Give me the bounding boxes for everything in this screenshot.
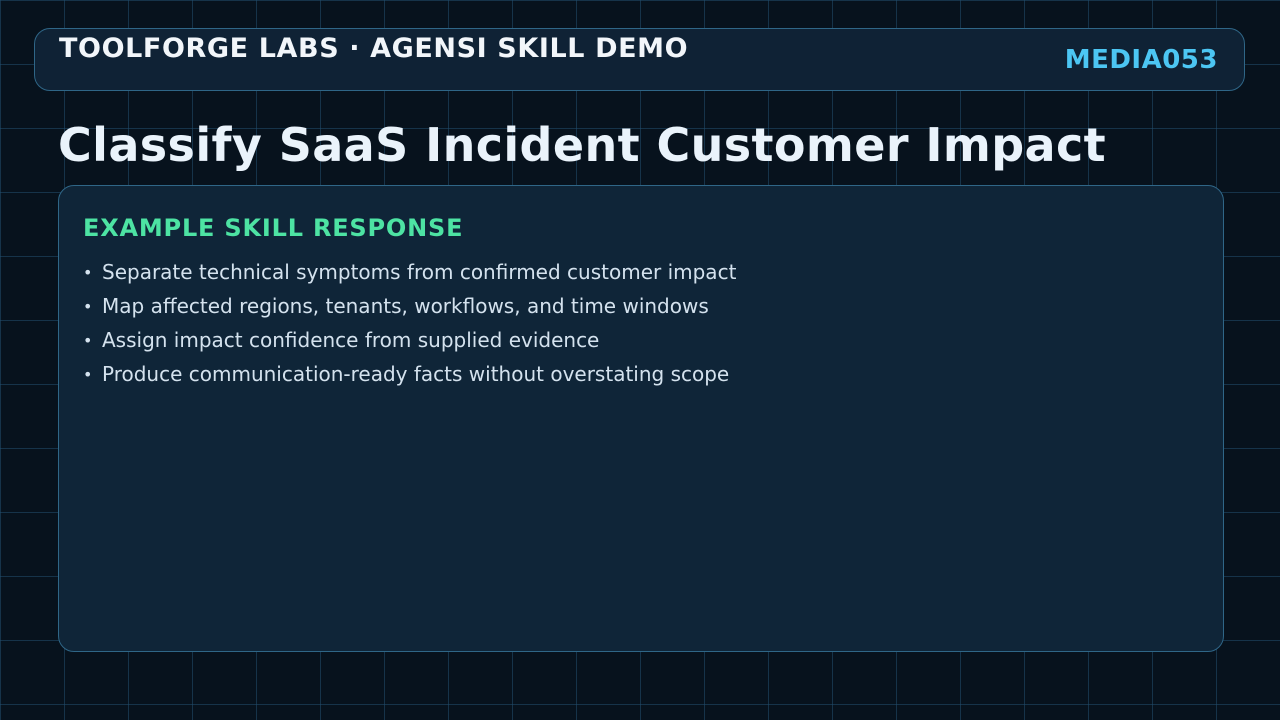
bullet-list: • Separate technical symptoms from confi… bbox=[83, 255, 736, 391]
header-bar: TOOLFORGE LABS · AGENSI SKILL DEMO MEDIA… bbox=[34, 28, 1245, 91]
list-item: • Separate technical symptoms from confi… bbox=[83, 255, 736, 289]
list-item-text: Separate technical symptoms from confirm… bbox=[102, 260, 737, 284]
brand-title: TOOLFORGE LABS · AGENSI SKILL DEMO bbox=[59, 33, 689, 64]
list-item-text: Map affected regions, tenants, workflows… bbox=[102, 294, 709, 318]
list-item-text: Produce communication-ready facts withou… bbox=[102, 362, 730, 386]
bullet-icon: • bbox=[83, 262, 93, 282]
list-item: • Assign impact confidence from supplied… bbox=[83, 323, 736, 357]
page-title: Classify SaaS Incident Customer Impact bbox=[58, 118, 1107, 172]
list-item: • Map affected regions, tenants, workflo… bbox=[83, 289, 736, 323]
media-code: MEDIA053 bbox=[1064, 45, 1218, 75]
bullet-icon: • bbox=[83, 296, 93, 316]
list-item: • Produce communication-ready facts with… bbox=[83, 357, 736, 391]
bullet-icon: • bbox=[83, 364, 93, 384]
bullet-icon: • bbox=[83, 330, 93, 350]
response-card: EXAMPLE SKILL RESPONSE • Separate techni… bbox=[58, 185, 1224, 652]
card-heading: EXAMPLE SKILL RESPONSE bbox=[83, 214, 464, 242]
list-item-text: Assign impact confidence from supplied e… bbox=[102, 328, 600, 352]
